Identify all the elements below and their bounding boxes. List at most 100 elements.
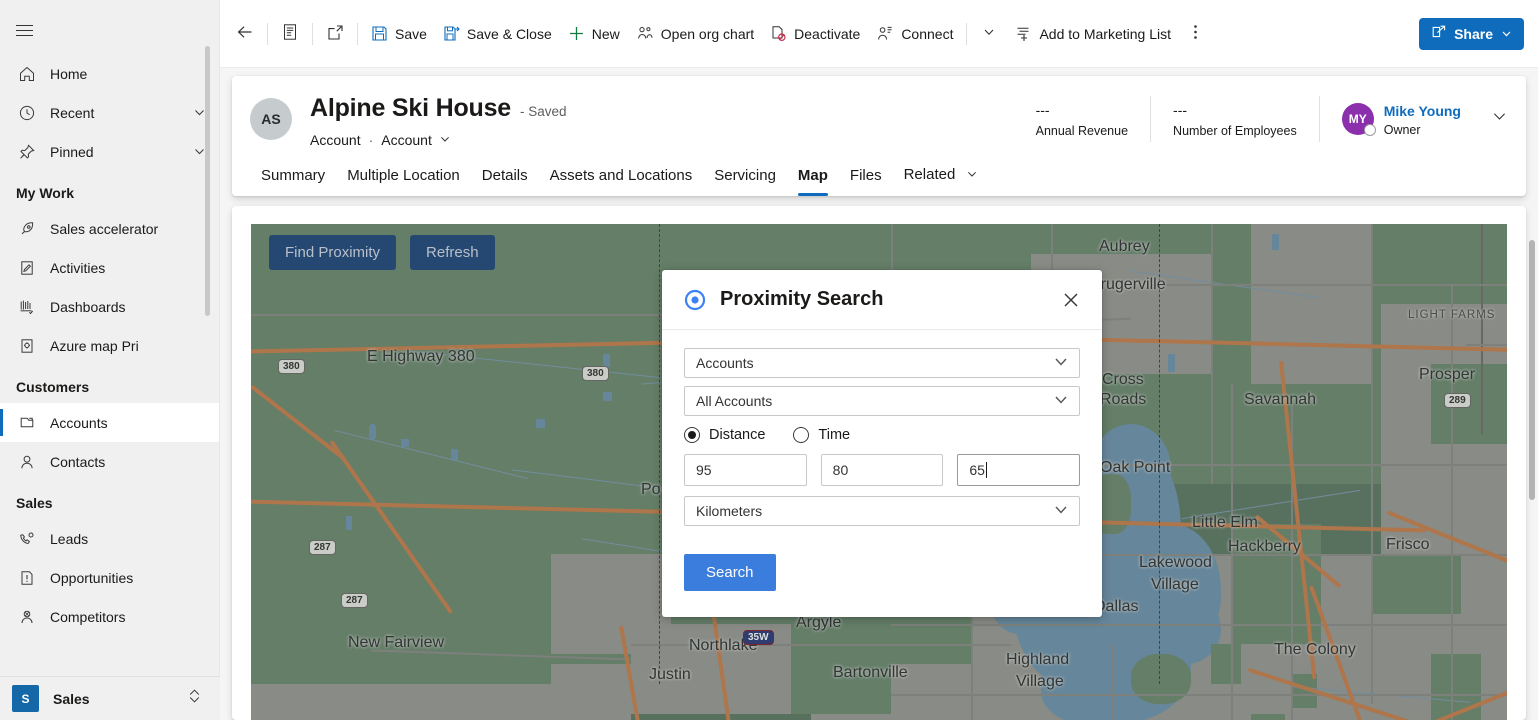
owner-name-link[interactable]: Mike Young: [1384, 102, 1461, 120]
tab-multiple-location[interactable]: Multiple Location: [336, 167, 471, 196]
save-icon: [371, 25, 388, 42]
back-button[interactable]: [228, 16, 262, 52]
sidebar-item-dashboards[interactable]: Dashboards: [0, 287, 219, 326]
sidebar-item-label: Azure map Pri: [50, 337, 139, 354]
stat-label: Number of Employees: [1173, 124, 1297, 138]
entity-select[interactable]: Accounts: [684, 348, 1080, 378]
entity-type-label: Account: [310, 132, 361, 148]
tab-files[interactable]: Files: [839, 167, 893, 196]
open-org-chart-button[interactable]: Open org chart: [628, 16, 762, 52]
sidebar-item-recent[interactable]: Recent: [0, 93, 219, 132]
sidebar-group-title-customers: Customers: [16, 379, 90, 395]
find-proximity-button[interactable]: Find Proximity: [269, 235, 397, 270]
sidebar-item-label: Home: [50, 65, 88, 82]
map-place-label: Frisco: [1386, 536, 1430, 553]
sidebar-item-label: Dashboards: [50, 298, 126, 315]
sidebar-item-opportunities[interactable]: Opportunities: [0, 558, 219, 597]
owner-field[interactable]: MY Mike Young Owner: [1320, 102, 1469, 137]
header-expand-chevron-icon[interactable]: [1491, 108, 1508, 130]
sidebar-item-activities[interactable]: Activities: [0, 248, 219, 287]
connect-dropdown-button[interactable]: [972, 16, 1006, 52]
sidebar-item-contacts[interactable]: Contacts: [0, 442, 219, 481]
form-selector-dropdown[interactable]: Account: [381, 132, 451, 148]
radio-distance[interactable]: Distance: [684, 427, 765, 443]
connect-button[interactable]: Connect: [868, 16, 961, 52]
form-selector-button[interactable]: [273, 16, 307, 52]
save-status-text: - Saved: [520, 104, 567, 119]
view-select[interactable]: All Accounts: [684, 386, 1080, 416]
tab-label: Related: [903, 166, 956, 184]
save-button[interactable]: Save: [363, 16, 435, 52]
add-to-marketing-list-label: Add to Marketing List: [1039, 25, 1171, 42]
save-button-label: Save: [395, 25, 427, 42]
divider: [357, 22, 358, 45]
app-initial-badge: S: [12, 685, 39, 712]
sidebar-item-sales-accelerator[interactable]: Sales accelerator: [0, 209, 219, 248]
unit-select[interactable]: Kilometers: [684, 496, 1080, 526]
stat-label: Annual Revenue: [1035, 124, 1129, 138]
stat-value: ---: [1173, 102, 1188, 118]
map-place-label: Village: [1151, 576, 1199, 593]
connect-label: Connect: [901, 25, 954, 42]
radio-time[interactable]: Time: [793, 427, 850, 443]
sidebar-item-pinned[interactable]: Pinned: [0, 132, 219, 171]
deactivate-button[interactable]: Deactivate: [762, 16, 868, 52]
share-button[interactable]: Share: [1419, 17, 1524, 50]
marketing-list-icon: [1014, 25, 1032, 42]
distance-input-1[interactable]: 95: [684, 454, 807, 486]
distance-inputs-row: 95 80 65: [684, 454, 1081, 486]
dynamics-account-map-page: Home Recent Pinned My Work Sales acceler…: [0, 0, 1538, 720]
more-commands-button[interactable]: [1179, 16, 1213, 52]
map-road-shield: 380: [278, 359, 305, 374]
menu-toggle-button[interactable]: [0, 6, 48, 54]
proximity-search-dialog: Proximity Search Accounts All Accounts D…: [662, 270, 1102, 617]
open-org-chart-label: Open org chart: [660, 25, 755, 42]
search-mode-radio-group: Distance Time: [684, 427, 1080, 443]
chevron-down-icon: [1053, 502, 1069, 521]
sidebar-item-accounts[interactable]: Accounts: [0, 403, 219, 442]
tab-details[interactable]: Details: [471, 167, 539, 196]
home-icon: [16, 64, 38, 84]
distance-input-2[interactable]: 80: [820, 454, 944, 486]
more-vertical-icon: [1193, 23, 1198, 44]
map-road-shield: 287: [309, 540, 336, 555]
stat-value: ---: [1035, 102, 1050, 118]
chevron-down-icon: [439, 132, 451, 148]
share-icon: [1431, 24, 1447, 43]
map-place-label: Village: [1016, 673, 1064, 690]
page-scrollbar[interactable]: [1529, 240, 1535, 500]
sidebar-scrollbar[interactable]: [205, 46, 210, 316]
sidebar-item-competitors[interactable]: Competitors: [0, 597, 219, 636]
sidebar-item-leads[interactable]: Leads: [0, 519, 219, 558]
sidebar-item-azure-map-pri[interactable]: Azure map Pri: [0, 326, 219, 365]
tab-servicing[interactable]: Servicing: [703, 167, 787, 196]
divider: [267, 22, 268, 45]
new-button-label: New: [591, 25, 620, 42]
map-place-label: Aubrey: [1099, 238, 1150, 255]
add-to-marketing-list-button[interactable]: Add to Marketing List: [1006, 16, 1179, 52]
breadcrumb: Account · Account: [310, 132, 567, 148]
search-button[interactable]: Search: [684, 554, 776, 591]
azure-map-icon: [16, 336, 38, 356]
tab-summary[interactable]: Summary: [250, 167, 336, 196]
app-switcher-button[interactable]: S Sales: [0, 676, 220, 720]
plus-icon: [568, 25, 585, 42]
refresh-button[interactable]: Refresh: [410, 235, 495, 270]
updown-chevrons-icon: [187, 687, 202, 710]
tab-map[interactable]: Map: [787, 167, 839, 196]
save-and-close-button[interactable]: Save & Close: [435, 16, 560, 52]
sidebar-item-home[interactable]: Home: [0, 54, 219, 93]
distance-input-1-value: 95: [696, 462, 712, 478]
app-switcher-label: Sales: [53, 690, 90, 707]
close-icon[interactable]: [1060, 289, 1082, 311]
accounts-icon: [16, 413, 38, 433]
sidebar-group-title-my-work: My Work: [16, 185, 75, 201]
distance-input-3[interactable]: 65: [957, 454, 1081, 486]
map-place-label: LIGHT FARMS: [1408, 309, 1496, 321]
map-road-shield: 287: [341, 593, 368, 608]
tab-related[interactable]: Related: [893, 166, 990, 196]
rocket-icon: [16, 219, 38, 239]
new-button[interactable]: New: [560, 16, 628, 52]
tab-assets-and-locations[interactable]: Assets and Locations: [539, 167, 704, 196]
popout-button[interactable]: [318, 16, 352, 52]
